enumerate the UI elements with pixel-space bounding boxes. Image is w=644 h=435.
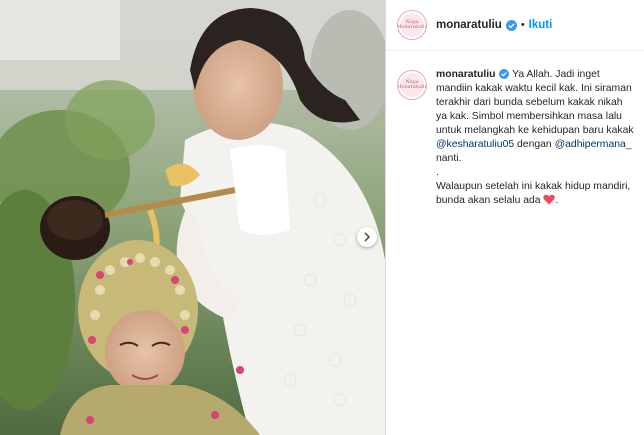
username-link[interactable]: monaratuliu — [436, 19, 502, 31]
mention-link-kesharatuliu05[interactable]: @kesharatuliu05 — [436, 139, 514, 150]
profile-avatar[interactable]: Naya Monaratuliu — [397, 10, 427, 40]
post-photo[interactable] — [0, 0, 385, 435]
caption-body-2: dengan — [514, 139, 555, 150]
verified-badge-icon — [505, 19, 517, 31]
caption-end-dot: . — [555, 195, 559, 206]
post-header: Naya Monaratuliu monaratuliu • Ikuti — [386, 0, 644, 51]
caption-avatar[interactable]: Naya Monaratuliu — [397, 70, 427, 100]
post-caption: Naya Monaratuliu monaratuliu Ya Allah. J… — [386, 51, 644, 210]
caption-avatar-logo: Naya Monaratuliu — [397, 79, 427, 90]
separator-dot: • — [520, 19, 525, 31]
avatar-logo: Naya Monaratuliu — [397, 19, 427, 30]
caption-body-3: nanti. — [436, 153, 462, 164]
follow-button[interactable]: Ikuti — [529, 19, 553, 31]
caption-username[interactable]: monaratuliu — [436, 69, 495, 80]
chevron-right-icon — [363, 232, 371, 242]
post-photo-illustration — [0, 0, 385, 435]
heart-emoji-icon — [543, 194, 556, 210]
caption-dot-line: . — [436, 167, 439, 178]
next-photo-button[interactable] — [357, 227, 377, 247]
mention-link-adhipermana[interactable]: @adhipermana_ — [555, 139, 632, 150]
caption-body-4: Walaupun setelah ini kakak hidup mandiri… — [436, 181, 631, 206]
caption-text: monaratuliu Ya Allah. Jadi inget mandiin… — [436, 68, 634, 210]
caption-verified-badge-icon — [499, 69, 510, 80]
post-side-panel: Naya Monaratuliu monaratuliu • Ikuti Nay… — [385, 0, 644, 435]
